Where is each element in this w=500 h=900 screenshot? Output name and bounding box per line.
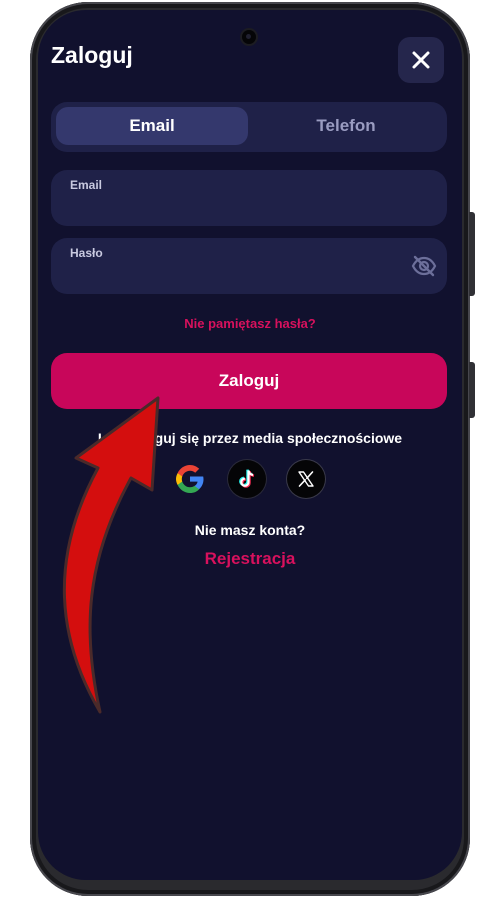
- login-screen: Zaloguj Email Telefon Email Hasło Nie pa…: [38, 10, 462, 880]
- tab-email[interactable]: Email: [56, 107, 248, 145]
- login-method-tabs: Email Telefon: [51, 102, 447, 152]
- login-button[interactable]: Zaloguj: [51, 353, 447, 409]
- forgot-password-link[interactable]: Nie pamiętasz hasła?: [38, 316, 462, 331]
- tiktok-icon: [239, 469, 255, 488]
- password-visibility-toggle[interactable]: [411, 254, 437, 278]
- close-icon: [412, 51, 430, 69]
- x-login-button[interactable]: [287, 460, 325, 498]
- register-link[interactable]: Rejestracja: [38, 549, 462, 569]
- front-camera: [242, 30, 256, 44]
- password-input[interactable]: [70, 264, 410, 288]
- tab-phone[interactable]: Telefon: [250, 107, 442, 145]
- close-button[interactable]: [398, 37, 444, 83]
- email-input[interactable]: [70, 196, 410, 220]
- password-field[interactable]: Hasło: [51, 238, 447, 294]
- google-login-button[interactable]: [171, 460, 209, 498]
- power-button: [469, 362, 475, 418]
- x-icon: [298, 471, 314, 487]
- page-title: Zaloguj: [51, 42, 133, 68]
- email-label: Email: [70, 178, 103, 192]
- volume-button: [469, 212, 475, 296]
- no-account-text: Nie masz konta?: [194, 522, 306, 538]
- password-label: Hasło: [70, 246, 103, 260]
- social-login-caption: Lub zaloguj się przez media społeczności…: [97, 430, 403, 446]
- tiktok-login-button[interactable]: [228, 460, 266, 498]
- eye-off-icon: [411, 255, 437, 277]
- google-icon: [176, 465, 204, 493]
- email-field[interactable]: Email: [51, 170, 447, 226]
